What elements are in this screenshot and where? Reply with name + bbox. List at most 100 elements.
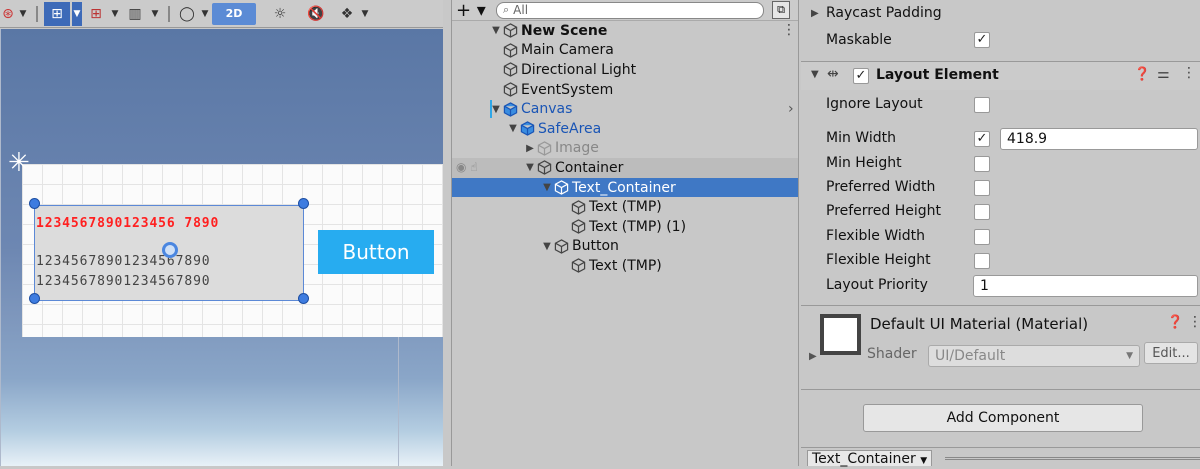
visibility-eye-icon[interactable]: ◉ ☝ <box>456 160 478 174</box>
chevron-right-icon[interactable]: ▶ <box>809 351 817 362</box>
flexible-width-checkbox[interactable] <box>974 229 990 245</box>
material-preview-icon[interactable] <box>820 314 861 355</box>
2d-toggle-button[interactable]: 2D <box>212 2 256 25</box>
hierarchy-item-label: EventSystem <box>521 81 614 98</box>
more-options-icon[interactable]: ⋮ <box>1182 65 1196 81</box>
preferred-width-checkbox[interactable] <box>974 180 990 196</box>
bottom-tab[interactable]: Text_Container ▼ <box>807 450 933 467</box>
more-options-icon[interactable]: ⋮ <box>1188 314 1200 330</box>
resize-handle[interactable] <box>29 198 40 209</box>
min-height-checkbox[interactable] <box>974 156 990 172</box>
anchor-icon[interactable]: ✳ <box>8 148 30 178</box>
chevron-down-icon[interactable]: ▼ <box>811 69 819 80</box>
ignore-layout-checkbox[interactable] <box>974 97 990 113</box>
hierarchy-item[interactable]: ▼ Canvas <box>452 99 798 119</box>
footer-line <box>945 457 1200 460</box>
hierarchy-item[interactable]: Text (TMP) <box>452 256 798 276</box>
guide-line <box>0 29 1 466</box>
resize-handle[interactable] <box>298 198 309 209</box>
scene-view[interactable]: ⊛ ▼ ⊞ ▼ ⊞ ▼ ▥ ▼ ◯ ▼ 2D ☼ 🔇 ❖ ▼ ✳ 1234567… <box>0 0 443 466</box>
pivot-handle[interactable] <box>162 242 178 258</box>
chevron-down-icon[interactable]: ▼ <box>490 25 502 36</box>
chevron-down-icon[interactable]: ▼ <box>541 241 553 252</box>
audio-mute-icon[interactable]: 🔇 <box>304 2 328 26</box>
chevron-down-icon[interactable]: ▼ <box>507 123 519 134</box>
search-placeholder: All <box>513 3 529 17</box>
chevron-down-icon[interactable]: ▼ <box>524 162 536 173</box>
hierarchy-search-input[interactable]: ⌕ All <box>496 1 764 19</box>
gameobject-cube-icon <box>536 140 552 156</box>
hierarchy-item[interactable]: ▼ Button <box>452 237 798 257</box>
chevron-down-icon[interactable]: ▼ <box>72 1 82 26</box>
flexible-width-label: Flexible Width <box>826 228 925 244</box>
snap-increment-icon[interactable]: ⊞ <box>84 2 108 26</box>
prefab-indicator <box>490 100 492 118</box>
help-icon[interactable]: ❓ <box>1167 315 1183 330</box>
preferred-height-checkbox[interactable] <box>974 204 990 220</box>
layout-priority-label: Layout Priority <box>826 277 928 293</box>
resize-handle[interactable] <box>29 293 40 304</box>
text-tmp-row: 12345678901234567890 <box>36 274 211 289</box>
gameobject-cube-icon <box>570 219 586 235</box>
min-width-checkbox[interactable]: ✓ <box>974 131 990 147</box>
hierarchy-item[interactable]: ▼ SafeArea <box>452 119 798 139</box>
chevron-right-icon[interactable]: ▶ <box>524 143 536 154</box>
scene-button-preview[interactable]: Button <box>318 230 434 274</box>
gameobject-cube-icon <box>570 199 586 215</box>
hierarchy-item[interactable]: EventSystem <box>452 80 798 100</box>
hierarchy-item[interactable]: Text (TMP) (1) <box>452 217 798 237</box>
presets-icon[interactable]: ⚌ <box>1157 66 1170 82</box>
hierarchy-toolbar: + ▾ ⌕ All ⧉ <box>452 0 798 21</box>
hierarchy-item[interactable]: ▼ Container <box>452 158 798 178</box>
effects-icon[interactable]: ❖ <box>336 2 358 26</box>
material-title: Default UI Material (Material) <box>870 315 1089 333</box>
chevron-down-icon[interactable]: ▼ <box>18 2 28 26</box>
flexible-height-checkbox[interactable] <box>974 253 990 269</box>
hierarchy-item[interactable]: ▼ New Scene <box>452 21 798 41</box>
inspector-panel[interactable]: ▶ Raycast Padding Maskable ✓ ▼ ⇹ ✓ Layou… <box>801 0 1200 466</box>
chevron-down-icon[interactable]: ▼ <box>110 2 120 26</box>
gameobject-cube-icon <box>553 238 569 254</box>
more-options-icon[interactable]: ⋮ <box>782 22 796 38</box>
scene-toolbar: ⊛ ▼ ⊞ ▼ ⊞ ▼ ▥ ▼ ◯ ▼ 2D ☼ 🔇 ❖ ▼ <box>0 0 443 28</box>
chevron-right-icon[interactable]: › <box>788 101 794 117</box>
chevron-down-icon[interactable]: ▼ <box>200 2 210 26</box>
shader-label: Shader <box>867 346 917 362</box>
add-plus-icon[interactable]: + ▾ <box>456 0 496 21</box>
search-icon: ⌕ <box>503 3 510 16</box>
audio-icon[interactable]: ▥ <box>122 2 148 26</box>
grid-snap-icon[interactable]: ⊞ <box>44 1 70 26</box>
layout-element-enabled-checkbox[interactable]: ✓ <box>853 68 869 84</box>
chevron-down-icon[interactable]: ▼ <box>360 2 370 26</box>
ignore-layout-label: Ignore Layout <box>826 96 923 112</box>
draw-mode-icon[interactable]: ◯ <box>176 2 198 26</box>
shader-value: UI/Default <box>935 348 1006 364</box>
chevron-right-icon[interactable]: ▶ <box>811 8 819 19</box>
hierarchy-item[interactable]: Text (TMP) <box>452 197 798 217</box>
hierarchy-item-label: Text (TMP) <box>589 257 662 274</box>
hierarchy-item[interactable]: ▶ Image <box>452 139 798 159</box>
hierarchy-item[interactable]: Directional Light <box>452 60 798 80</box>
layout-priority-field[interactable]: 1 <box>973 275 1198 297</box>
hierarchy-item[interactable]: ▼ Text_Container <box>452 177 798 198</box>
help-icon[interactable]: ❓ <box>1134 67 1150 82</box>
hierarchy-item[interactable]: Main Camera <box>452 41 798 61</box>
lighting-icon[interactable]: ☼ <box>268 2 292 26</box>
gameobject-cube-icon <box>502 62 518 78</box>
raycast-padding-row[interactable]: ▶ Raycast Padding <box>801 3 1200 23</box>
gameobject-cube-icon <box>502 101 518 117</box>
lock-icon[interactable]: ⧉ <box>772 1 790 19</box>
resize-handle[interactable] <box>298 293 309 304</box>
maskable-row[interactable]: Maskable ✓ <box>801 30 1200 50</box>
min-width-field[interactable]: 418.9 <box>1000 128 1198 150</box>
chevron-down-icon[interactable]: ▼ <box>150 2 160 26</box>
hierarchy-item-label: Image <box>555 140 599 157</box>
maskable-checkbox[interactable]: ✓ <box>974 32 990 48</box>
add-component-button[interactable]: Add Component <box>863 404 1143 432</box>
shader-dropdown[interactable]: UI/Default ▼ <box>928 345 1140 367</box>
hierarchy-panel[interactable]: + ▾ ⌕ All ⧉ ▼ New Scene Main Camera Directi… <box>451 0 799 466</box>
pivot-gizmo-icon[interactable]: ⊛ <box>0 2 16 26</box>
edit-shader-button[interactable]: Edit... <box>1144 342 1198 364</box>
scene-icon <box>502 23 518 39</box>
chevron-down-icon[interactable]: ▼ <box>541 182 553 193</box>
